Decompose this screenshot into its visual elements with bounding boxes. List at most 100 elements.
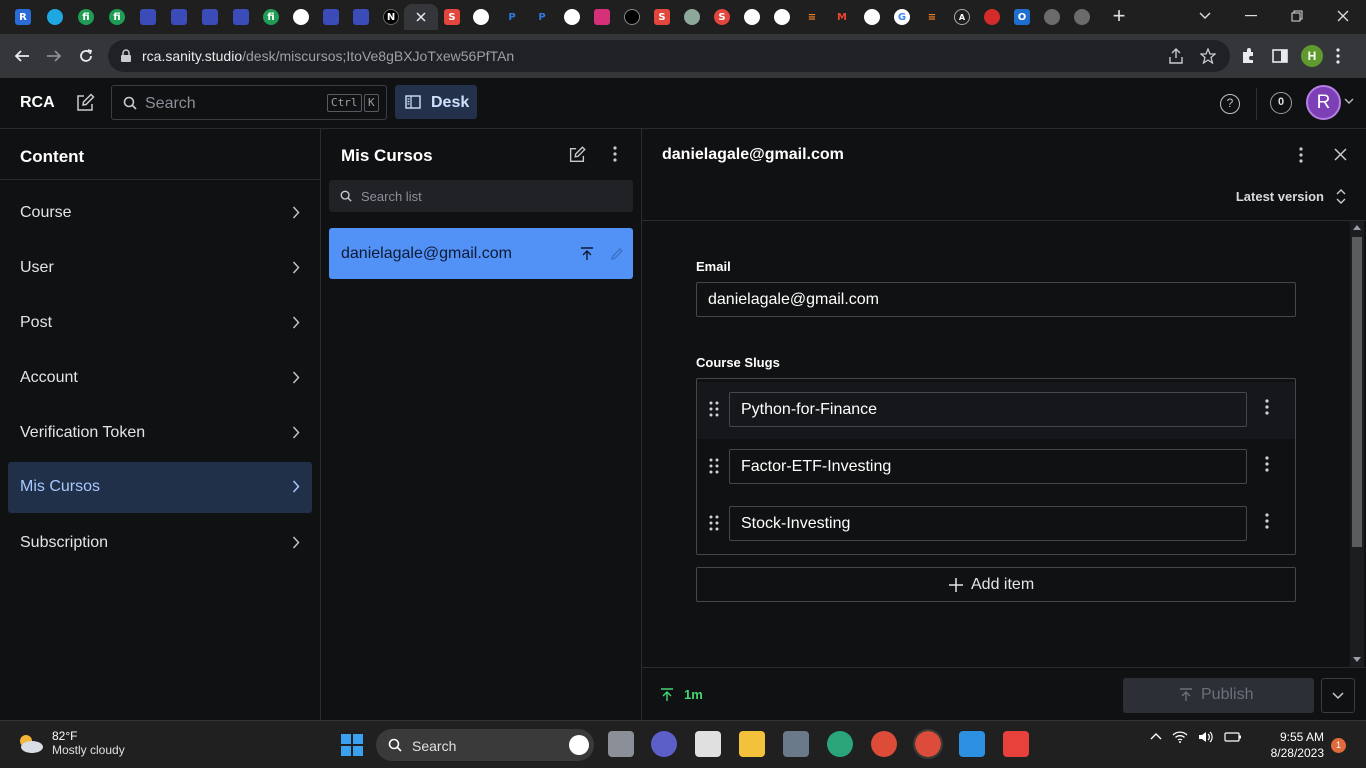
user-avatar[interactable]: R bbox=[1306, 85, 1341, 120]
vscode-icon[interactable] bbox=[959, 731, 985, 757]
weather-widget[interactable]: 82°F Mostly cloudy bbox=[16, 729, 125, 757]
more-vertical-icon[interactable] bbox=[613, 146, 617, 162]
tab-search-button[interactable] bbox=[1182, 0, 1228, 32]
close-icon[interactable] bbox=[1334, 148, 1347, 161]
publish-status[interactable]: 1m bbox=[660, 687, 703, 702]
extensions-icon[interactable] bbox=[1240, 48, 1256, 64]
tab[interactable] bbox=[767, 4, 797, 30]
scrollbar-thumb[interactable] bbox=[1352, 237, 1362, 547]
tab[interactable] bbox=[195, 4, 225, 30]
tab[interactable]: P bbox=[527, 4, 557, 30]
tab[interactable] bbox=[226, 4, 256, 30]
tab[interactable]: G bbox=[887, 4, 917, 30]
document-actions-menu-button[interactable] bbox=[1321, 678, 1355, 713]
volume-icon[interactable] bbox=[1198, 731, 1214, 743]
new-tab-button[interactable]: + bbox=[1108, 5, 1130, 28]
tab[interactable]: O bbox=[1007, 4, 1037, 30]
windows-start-icon[interactable] bbox=[340, 733, 364, 757]
tab[interactable]: fi bbox=[102, 4, 132, 30]
browser-menu-icon[interactable] bbox=[1336, 48, 1340, 64]
tab[interactable]: ≡ bbox=[797, 4, 827, 30]
chat-icon[interactable] bbox=[651, 731, 677, 757]
tab[interactable] bbox=[1037, 4, 1067, 30]
close-window-button[interactable] bbox=[1320, 0, 1366, 32]
taskbar-search[interactable]: Search bbox=[376, 729, 594, 761]
tab[interactable] bbox=[316, 4, 346, 30]
address-bar[interactable]: rca.sanity.studio/desk/miscursos;ItoVe8g… bbox=[108, 40, 1230, 72]
tab[interactable] bbox=[40, 4, 70, 30]
array-item[interactable]: Python-for-Finance bbox=[697, 382, 1295, 439]
list-search-input[interactable]: Search list bbox=[329, 180, 633, 212]
tab[interactable]: S bbox=[707, 4, 737, 30]
chevron-up-down-icon[interactable] bbox=[1336, 189, 1346, 204]
slug-input[interactable]: Factor-ETF-Investing bbox=[729, 449, 1247, 484]
chevron-down-icon[interactable] bbox=[1344, 98, 1354, 105]
sidepanel-icon[interactable] bbox=[1272, 48, 1288, 64]
edge-icon[interactable] bbox=[827, 731, 853, 757]
drag-handle-icon[interactable] bbox=[709, 515, 719, 531]
compose-icon[interactable] bbox=[567, 145, 587, 165]
active-tab[interactable] bbox=[404, 4, 438, 30]
slug-input[interactable]: Stock-Investing bbox=[729, 506, 1247, 541]
tab[interactable]: S bbox=[437, 4, 467, 30]
tab[interactable] bbox=[286, 4, 316, 30]
list-item[interactable]: danielagale@gmail.com bbox=[329, 228, 633, 279]
tab[interactable] bbox=[977, 4, 1007, 30]
tab[interactable]: P bbox=[497, 4, 527, 30]
tab[interactable] bbox=[857, 4, 887, 30]
chevron-up-icon[interactable] bbox=[1150, 731, 1162, 743]
array-item[interactable]: Stock-Investing bbox=[697, 496, 1295, 553]
drag-handle-icon[interactable] bbox=[709, 401, 719, 417]
tab[interactable]: fi bbox=[71, 4, 101, 30]
scrollbar[interactable] bbox=[1350, 221, 1364, 667]
create-new-button[interactable] bbox=[74, 92, 98, 116]
tab[interactable]: ≡ bbox=[917, 4, 947, 30]
drag-handle-icon[interactable] bbox=[709, 458, 719, 474]
store-icon[interactable] bbox=[695, 731, 721, 757]
content-item-mis-cursos[interactable]: Mis Cursos bbox=[8, 462, 312, 513]
notification-count-badge[interactable]: 0 bbox=[1270, 92, 1292, 114]
scroll-down-icon[interactable] bbox=[1353, 657, 1361, 662]
tab[interactable] bbox=[164, 4, 194, 30]
restore-button[interactable] bbox=[1274, 0, 1320, 32]
tab[interactable] bbox=[133, 4, 163, 30]
tab[interactable]: fi bbox=[256, 4, 286, 30]
more-vertical-icon[interactable] bbox=[1265, 456, 1269, 472]
tab[interactable] bbox=[587, 4, 617, 30]
task-view-icon[interactable] bbox=[608, 731, 634, 757]
back-button[interactable] bbox=[8, 42, 36, 70]
more-vertical-icon[interactable] bbox=[1265, 399, 1269, 415]
tab[interactable] bbox=[466, 4, 496, 30]
file-explorer-icon[interactable] bbox=[739, 731, 765, 757]
tab[interactable]: R bbox=[8, 4, 38, 30]
scroll-up-icon[interactable] bbox=[1353, 225, 1361, 230]
content-item-post[interactable]: Post bbox=[8, 298, 312, 349]
version-selector[interactable]: Latest version bbox=[1236, 189, 1324, 204]
reload-button[interactable] bbox=[72, 42, 100, 70]
brand-title[interactable]: RCA bbox=[20, 94, 55, 112]
content-item-user[interactable]: User bbox=[8, 243, 312, 294]
more-vertical-icon[interactable] bbox=[1299, 147, 1303, 163]
browser-profile-avatar[interactable]: H bbox=[1301, 45, 1323, 67]
help-button[interactable]: ? bbox=[1220, 94, 1240, 114]
content-item-course[interactable]: Course bbox=[8, 188, 312, 239]
app-icon[interactable] bbox=[1003, 731, 1029, 757]
tab[interactable]: S bbox=[647, 4, 677, 30]
more-vertical-icon[interactable] bbox=[1265, 513, 1269, 529]
array-item[interactable]: Factor-ETF-Investing bbox=[697, 439, 1295, 496]
wifi-icon[interactable] bbox=[1172, 731, 1188, 743]
chrome-icon[interactable] bbox=[871, 731, 897, 757]
tab[interactable] bbox=[557, 4, 587, 30]
tab[interactable] bbox=[737, 4, 767, 30]
add-item-button[interactable]: Add item bbox=[696, 567, 1296, 602]
bing-icon[interactable] bbox=[569, 735, 589, 755]
forward-button[interactable] bbox=[40, 42, 68, 70]
notepad-icon[interactable] bbox=[783, 731, 809, 757]
content-item-account[interactable]: Account bbox=[8, 353, 312, 404]
battery-icon[interactable] bbox=[1224, 731, 1242, 743]
clock[interactable]: 9:55 AM 8/28/2023 bbox=[1262, 729, 1324, 761]
tab[interactable] bbox=[346, 4, 376, 30]
close-tab-icon[interactable] bbox=[415, 11, 427, 23]
tab[interactable] bbox=[677, 4, 707, 30]
chrome-profile-icon[interactable] bbox=[913, 729, 943, 759]
